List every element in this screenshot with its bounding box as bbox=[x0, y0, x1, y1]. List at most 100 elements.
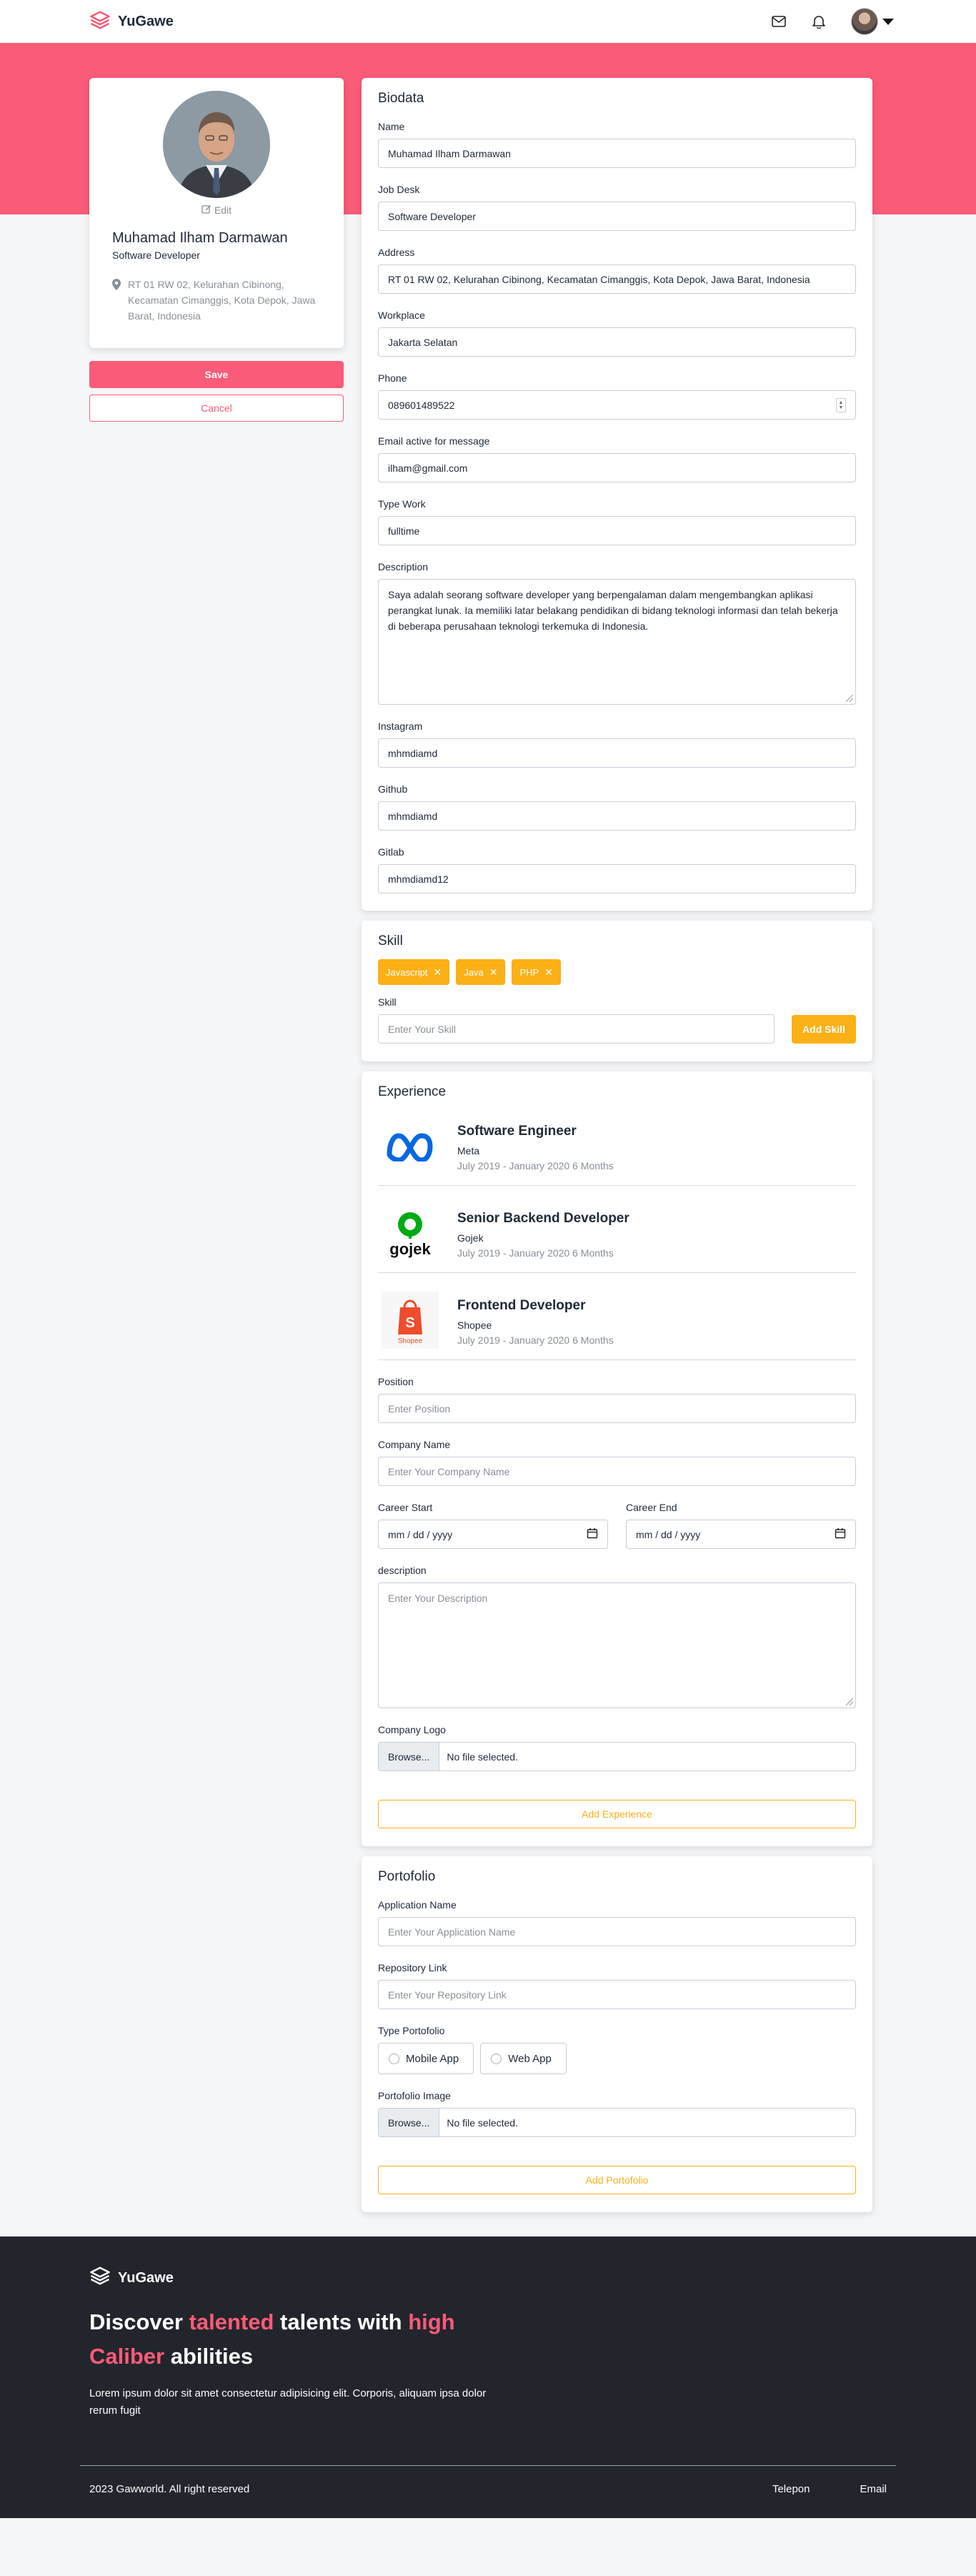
radio-circle-icon[interactable] bbox=[389, 2053, 399, 2064]
career-end-input[interactable]: mm / dd / yyyy bbox=[626, 1520, 856, 1549]
layers-logo-icon bbox=[89, 9, 111, 34]
brand-name: YuGawe bbox=[118, 13, 174, 29]
gitlab-field[interactable]: mhmdiamd12 bbox=[378, 864, 856, 893]
footer-link-telepon[interactable]: Telepon bbox=[772, 2483, 810, 2495]
exp-description-placeholder: Enter Your Description bbox=[388, 1592, 488, 1604]
workplace-field[interactable]: Jakarta Selatan bbox=[378, 327, 856, 357]
edit-label: Edit bbox=[214, 204, 232, 216]
type-work-label: Type Work bbox=[378, 498, 426, 510]
skill-section: Skill Javascript ✕ Java ✕ PHP ✕ Skill Enter… bbox=[362, 921, 872, 1061]
company-input[interactable]: Enter Your Company Name bbox=[378, 1457, 856, 1486]
calendar-icon[interactable] bbox=[835, 1527, 846, 1541]
email-field[interactable]: ilham@gmail.com bbox=[378, 453, 856, 482]
career-dates-row: Career Start mm / dd / yyyy Career End m… bbox=[378, 1502, 856, 1565]
profile-location: RT 01 RW 02, Kelurahan Cibinong, Kecamat… bbox=[112, 277, 321, 324]
avatar bbox=[851, 8, 878, 35]
type-portfolio-options: Mobile App Web App bbox=[378, 2043, 856, 2074]
radio-label: Web App bbox=[508, 2052, 552, 2065]
career-start-input[interactable]: mm / dd / yyyy bbox=[378, 1520, 608, 1549]
cancel-button[interactable]: Cancel bbox=[89, 395, 344, 422]
browse-button[interactable]: Browse... bbox=[379, 2109, 440, 2136]
gitlab-label: Gitlab bbox=[378, 846, 404, 858]
number-stepper-icon[interactable]: ▲ ▼ bbox=[836, 397, 846, 412]
portfolio-image-file-input[interactable]: Browse... No file selected. bbox=[378, 2108, 856, 2137]
location-text: RT 01 RW 02, Kelurahan Cibinong, Kecamat… bbox=[128, 279, 316, 322]
profile-photo[interactable] bbox=[163, 91, 270, 198]
skill-tag[interactable]: Javascript ✕ bbox=[378, 959, 450, 985]
experience-date: July 2019 - January 2020 6 Months bbox=[457, 1247, 614, 1259]
skill-title: Skill bbox=[378, 933, 403, 948]
bell-icon[interactable] bbox=[811, 14, 827, 29]
footer-brand-name: YuGawe bbox=[118, 2269, 174, 2286]
radio-web-app[interactable]: Web App bbox=[480, 2043, 567, 2074]
edit-photo-button[interactable]: Edit bbox=[112, 204, 321, 216]
remove-icon[interactable]: ✕ bbox=[544, 966, 553, 979]
app-name-input[interactable]: Enter Your Application Name bbox=[378, 1917, 856, 1946]
biodata-section: Biodata Name Muhamad Ilham Darmawan Job … bbox=[362, 78, 872, 911]
meta-logo-icon bbox=[382, 1117, 439, 1174]
skill-input[interactable]: Enter Your Skill bbox=[378, 1014, 775, 1044]
form-column: Biodata Name Muhamad Ilham Darmawan Job … bbox=[362, 78, 872, 2222]
type-work-field[interactable]: fulltime bbox=[378, 516, 856, 545]
skill-tag-label: Java bbox=[464, 966, 484, 978]
skill-tag-label: Javascript bbox=[386, 966, 428, 978]
footer-links: Telepon Email bbox=[772, 2483, 887, 2495]
skill-tags: Javascript ✕ Java ✕ PHP ✕ bbox=[378, 959, 856, 985]
mail-icon[interactable] bbox=[771, 14, 787, 29]
address-field[interactable]: RT 01 RW 02, Kelurahan Cibinong, Kecamat… bbox=[378, 264, 856, 294]
radio-mobile-app[interactable]: Mobile App bbox=[378, 2043, 474, 2074]
experience-company: Meta bbox=[457, 1145, 480, 1156]
resize-handle-icon[interactable] bbox=[846, 695, 853, 702]
description-textarea[interactable]: Saya adalah seorang software developer y… bbox=[378, 579, 856, 705]
company-logo-file-input[interactable]: Browse... No file selected. bbox=[378, 1742, 856, 1771]
repo-label: Repository Link bbox=[378, 1962, 447, 1973]
experience-item[interactable]: Software Engineer Meta July 2019 - Janua… bbox=[378, 1107, 856, 1186]
layers-logo-icon bbox=[89, 2265, 111, 2291]
add-experience-button[interactable]: Add Experience bbox=[378, 1800, 856, 1828]
resize-handle-icon[interactable] bbox=[846, 1698, 853, 1705]
footer-brand[interactable]: YuGawe bbox=[89, 2265, 887, 2291]
footer-bottom: 2023 Gawworld. All right reserved Telepo… bbox=[89, 2483, 887, 2495]
name-label: Name bbox=[378, 121, 405, 132]
job-desk-field[interactable]: Software Developer bbox=[378, 202, 856, 231]
brand[interactable]: YuGawe bbox=[89, 9, 174, 34]
footer-link-email[interactable]: Email bbox=[860, 2483, 887, 2495]
svg-text:Shopee: Shopee bbox=[398, 1337, 423, 1345]
save-button[interactable]: Save bbox=[89, 361, 344, 388]
biodata-title: Biodata bbox=[378, 91, 424, 106]
experience-details: Software Engineer Meta July 2019 - Janua… bbox=[457, 1117, 614, 1174]
phone-field[interactable]: 089601489522 ▲ ▼ bbox=[378, 390, 856, 420]
name-field[interactable]: Muhamad Ilham Darmawan bbox=[378, 139, 856, 168]
radio-circle-icon[interactable] bbox=[491, 2053, 502, 2064]
github-field[interactable]: mhmdiamd bbox=[378, 801, 856, 831]
experience-title: Experience bbox=[378, 1084, 447, 1099]
instagram-field[interactable]: mhmdiamd bbox=[378, 738, 856, 768]
file-status: No file selected. bbox=[447, 1750, 518, 1763]
browse-button[interactable]: Browse... bbox=[379, 1743, 440, 1770]
headline-part: Discover bbox=[89, 2309, 189, 2334]
skill-tag[interactable]: Java ✕ bbox=[456, 959, 506, 985]
account-menu[interactable] bbox=[851, 8, 894, 35]
skill-tag[interactable]: PHP ✕ bbox=[512, 959, 561, 985]
workplace-label: Workplace bbox=[378, 309, 425, 321]
experience-company: Shopee bbox=[457, 1319, 492, 1331]
remove-icon[interactable]: ✕ bbox=[434, 966, 442, 979]
repo-input[interactable]: Enter Your Repository Link bbox=[378, 1980, 856, 2009]
calendar-icon[interactable] bbox=[587, 1527, 598, 1541]
type-portfolio-label: Type Portofolio bbox=[378, 2025, 445, 2036]
exp-description-label: description bbox=[378, 1565, 427, 1576]
skill-input-row: Enter Your Skill Add Skill bbox=[378, 1014, 856, 1044]
remove-icon[interactable]: ✕ bbox=[489, 966, 498, 979]
experience-details: Frontend Developer Shopee July 2019 - Ja… bbox=[457, 1292, 614, 1349]
email-label: Email active for message bbox=[378, 435, 490, 447]
footer-description: Lorem ipsum dolor sit amet consectetur a… bbox=[89, 2387, 487, 2417]
portfolio-title: Portofolio bbox=[378, 1869, 436, 1884]
position-input[interactable]: Enter Position bbox=[378, 1394, 856, 1423]
add-portfolio-button[interactable]: Add Portofolio bbox=[378, 2166, 856, 2194]
headline-part: talents with bbox=[274, 2309, 409, 2334]
phone-value: 089601489522 bbox=[388, 399, 455, 411]
exp-description-textarea[interactable]: Enter Your Description bbox=[378, 1582, 856, 1708]
add-skill-button[interactable]: Add Skill bbox=[792, 1014, 856, 1044]
experience-item[interactable]: S Shopee Frontend Developer Shopee July 2… bbox=[378, 1282, 856, 1360]
experience-item[interactable]: gojek Senior Backend Developer Gojek Jul… bbox=[378, 1194, 856, 1273]
